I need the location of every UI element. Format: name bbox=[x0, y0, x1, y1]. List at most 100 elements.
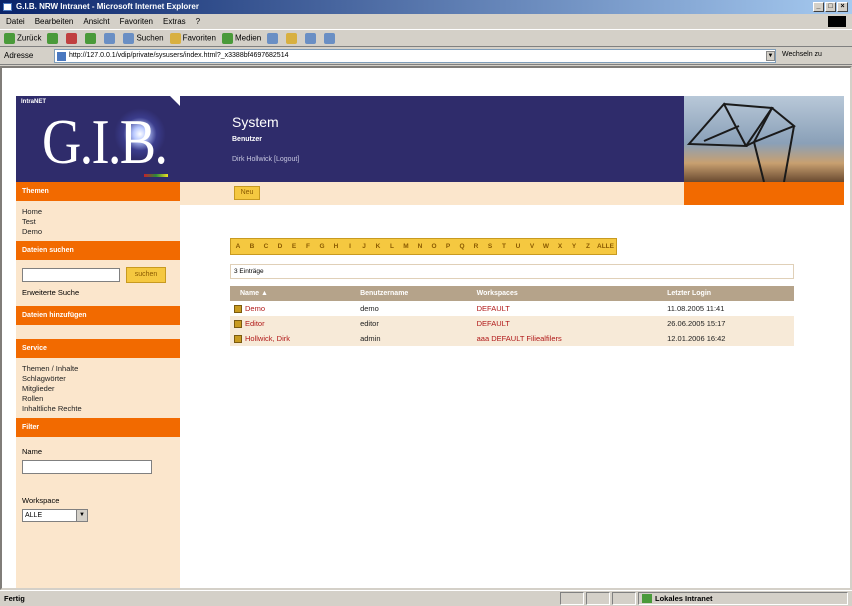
intranet-zone-icon bbox=[642, 594, 652, 603]
section-dateien-hinzufuegen[interactable]: Dateien hinzufügen bbox=[16, 306, 180, 325]
user-name-link[interactable]: Demo bbox=[245, 304, 265, 313]
search-submit-button[interactable]: suchen bbox=[126, 267, 166, 283]
history-button[interactable] bbox=[267, 32, 280, 44]
alphabet-letter-f[interactable]: F bbox=[301, 239, 315, 254]
nav-home[interactable]: Home bbox=[22, 207, 180, 217]
page-subtitle: Benutzer bbox=[232, 136, 262, 143]
alphabet-letter-o[interactable]: O bbox=[427, 239, 441, 254]
mail-button[interactable] bbox=[286, 32, 299, 44]
menu-favoriten[interactable]: Favoriten bbox=[120, 14, 153, 29]
ie-icon bbox=[3, 3, 12, 11]
window-controls: _ □ × bbox=[813, 2, 848, 12]
back-arrow-icon bbox=[4, 32, 15, 44]
alphabet-letter-z[interactable]: Z bbox=[581, 239, 595, 254]
username-cell: demo bbox=[350, 301, 467, 316]
edit-button[interactable] bbox=[324, 32, 337, 44]
alphabet-letter-s[interactable]: S bbox=[483, 239, 497, 254]
media-icon bbox=[221, 32, 233, 44]
col-workspaces[interactable]: Workspaces bbox=[466, 286, 658, 301]
workspaces-cell[interactable]: aaa DEFAULT Filiealfilers bbox=[466, 331, 658, 346]
menu-ansicht[interactable]: Ansicht bbox=[83, 14, 109, 29]
address-dropdown[interactable]: ▼ bbox=[766, 51, 775, 61]
user-icon bbox=[234, 305, 242, 313]
alphabet-letter-q[interactable]: Q bbox=[455, 239, 469, 254]
filter-name-input[interactable] bbox=[22, 460, 152, 474]
nav-themen-inhalte[interactable]: Themen / Inhalte bbox=[22, 364, 180, 374]
search-input[interactable] bbox=[22, 268, 120, 282]
alphabet-letter-g[interactable]: G bbox=[315, 239, 329, 254]
page-title: System bbox=[232, 114, 279, 130]
col-name[interactable]: Name ▲ bbox=[230, 286, 351, 301]
status-text: Fertig bbox=[4, 594, 25, 603]
media-button[interactable]: Medien bbox=[221, 32, 261, 44]
extended-search-link[interactable]: Erweiterte Suche bbox=[22, 288, 79, 297]
forward-button[interactable] bbox=[47, 32, 60, 44]
menu-bearbeiten[interactable]: Bearbeiten bbox=[35, 14, 74, 29]
nav-demo[interactable]: Demo bbox=[22, 227, 180, 237]
star-icon bbox=[169, 32, 181, 44]
workspaces-cell[interactable]: DEFAULT bbox=[466, 301, 658, 316]
nav-schlagwoerter[interactable]: Schlagwörter bbox=[22, 374, 180, 384]
alphabet-letter-a[interactable]: A bbox=[231, 239, 245, 254]
close-button[interactable]: × bbox=[837, 2, 848, 12]
nav-inhaltliche-rechte[interactable]: Inhaltliche Rechte bbox=[22, 404, 180, 414]
logout-link[interactable]: Dirk Hollwick [Logout] bbox=[232, 156, 299, 163]
window-title-bar: G.I.B. NRW Intranet - Microsoft Internet… bbox=[0, 0, 852, 14]
alphabet-letter-x[interactable]: X bbox=[553, 239, 567, 254]
user-name-link[interactable]: Hollwick, Dirk bbox=[245, 334, 290, 343]
menu-bar: Datei Bearbeiten Ansicht Favoriten Extra… bbox=[0, 14, 852, 29]
alphabet-letter-u[interactable]: U bbox=[511, 239, 525, 254]
last-login-cell: 26.06.2005 15:17 bbox=[657, 316, 794, 331]
table-header-row: Name ▲ Benutzername Workspaces Letzter L… bbox=[230, 286, 794, 301]
menu-help[interactable]: ? bbox=[196, 14, 200, 29]
stop-button[interactable] bbox=[66, 32, 79, 44]
forward-arrow-icon bbox=[47, 32, 59, 44]
refresh-icon bbox=[85, 32, 97, 44]
alphabet-letter-e[interactable]: E bbox=[287, 239, 301, 254]
nav-rollen[interactable]: Rollen bbox=[22, 394, 180, 404]
go-button[interactable]: Wechseln zu bbox=[782, 51, 822, 58]
alphabet-letter-d[interactable]: D bbox=[273, 239, 287, 254]
address-input[interactable]: http://127.0.0.1/vdip/private/sysusers/i… bbox=[54, 49, 776, 63]
refresh-button[interactable] bbox=[85, 32, 98, 44]
back-button[interactable]: Zurück bbox=[4, 32, 41, 44]
alphabet-letter-j[interactable]: J bbox=[357, 239, 371, 254]
alphabet-letter-t[interactable]: T bbox=[497, 239, 511, 254]
minimize-button[interactable]: _ bbox=[813, 2, 824, 12]
col-letzter-login[interactable]: Letzter Login bbox=[657, 286, 794, 301]
alphabet-letter-p[interactable]: P bbox=[441, 239, 455, 254]
alphabet-letter-w[interactable]: W bbox=[539, 239, 553, 254]
sidebar: Themen Home Test Demo Dateien suchen suc… bbox=[16, 182, 180, 588]
alphabet-letter-m[interactable]: M bbox=[399, 239, 413, 254]
print-button[interactable] bbox=[305, 32, 318, 44]
alphabet-letter-b[interactable]: B bbox=[245, 239, 259, 254]
maximize-button[interactable]: □ bbox=[825, 2, 836, 12]
favorites-button[interactable]: Favoriten bbox=[169, 32, 216, 44]
alphabet-letter-h[interactable]: H bbox=[329, 239, 343, 254]
alphabet-letter-y[interactable]: Y bbox=[567, 239, 581, 254]
workspace-select[interactable]: ALLE ▼ bbox=[22, 509, 88, 522]
search-button[interactable]: Suchen bbox=[123, 32, 164, 44]
gib-logo[interactable]: IntraNET G.I.B. bbox=[16, 96, 180, 182]
user-name-link[interactable]: Editor bbox=[245, 319, 265, 328]
alphabet-letter-n[interactable]: N bbox=[413, 239, 427, 254]
new-button[interactable]: Neu bbox=[234, 186, 260, 200]
nav-test[interactable]: Test bbox=[22, 217, 180, 227]
col-benutzername[interactable]: Benutzername bbox=[350, 286, 467, 301]
alphabet-letter-l[interactable]: L bbox=[385, 239, 399, 254]
alphabet-letter-i[interactable]: I bbox=[343, 239, 357, 254]
page-icon bbox=[57, 52, 66, 61]
alphabet-letter-v[interactable]: V bbox=[525, 239, 539, 254]
nav-mitglieder[interactable]: Mitglieder bbox=[22, 384, 180, 394]
mail-icon bbox=[286, 32, 298, 44]
alphabet-letter-alle[interactable]: ALLE bbox=[595, 239, 616, 254]
menu-datei[interactable]: Datei bbox=[6, 14, 25, 29]
action-bar: Neu bbox=[180, 182, 684, 205]
flag-stripe bbox=[144, 174, 168, 177]
menu-extras[interactable]: Extras bbox=[163, 14, 186, 29]
alphabet-letter-r[interactable]: R bbox=[469, 239, 483, 254]
workspaces-cell[interactable]: DEFAULT bbox=[466, 316, 658, 331]
home-button[interactable] bbox=[104, 32, 117, 44]
alphabet-letter-k[interactable]: K bbox=[371, 239, 385, 254]
alphabet-letter-c[interactable]: C bbox=[259, 239, 273, 254]
